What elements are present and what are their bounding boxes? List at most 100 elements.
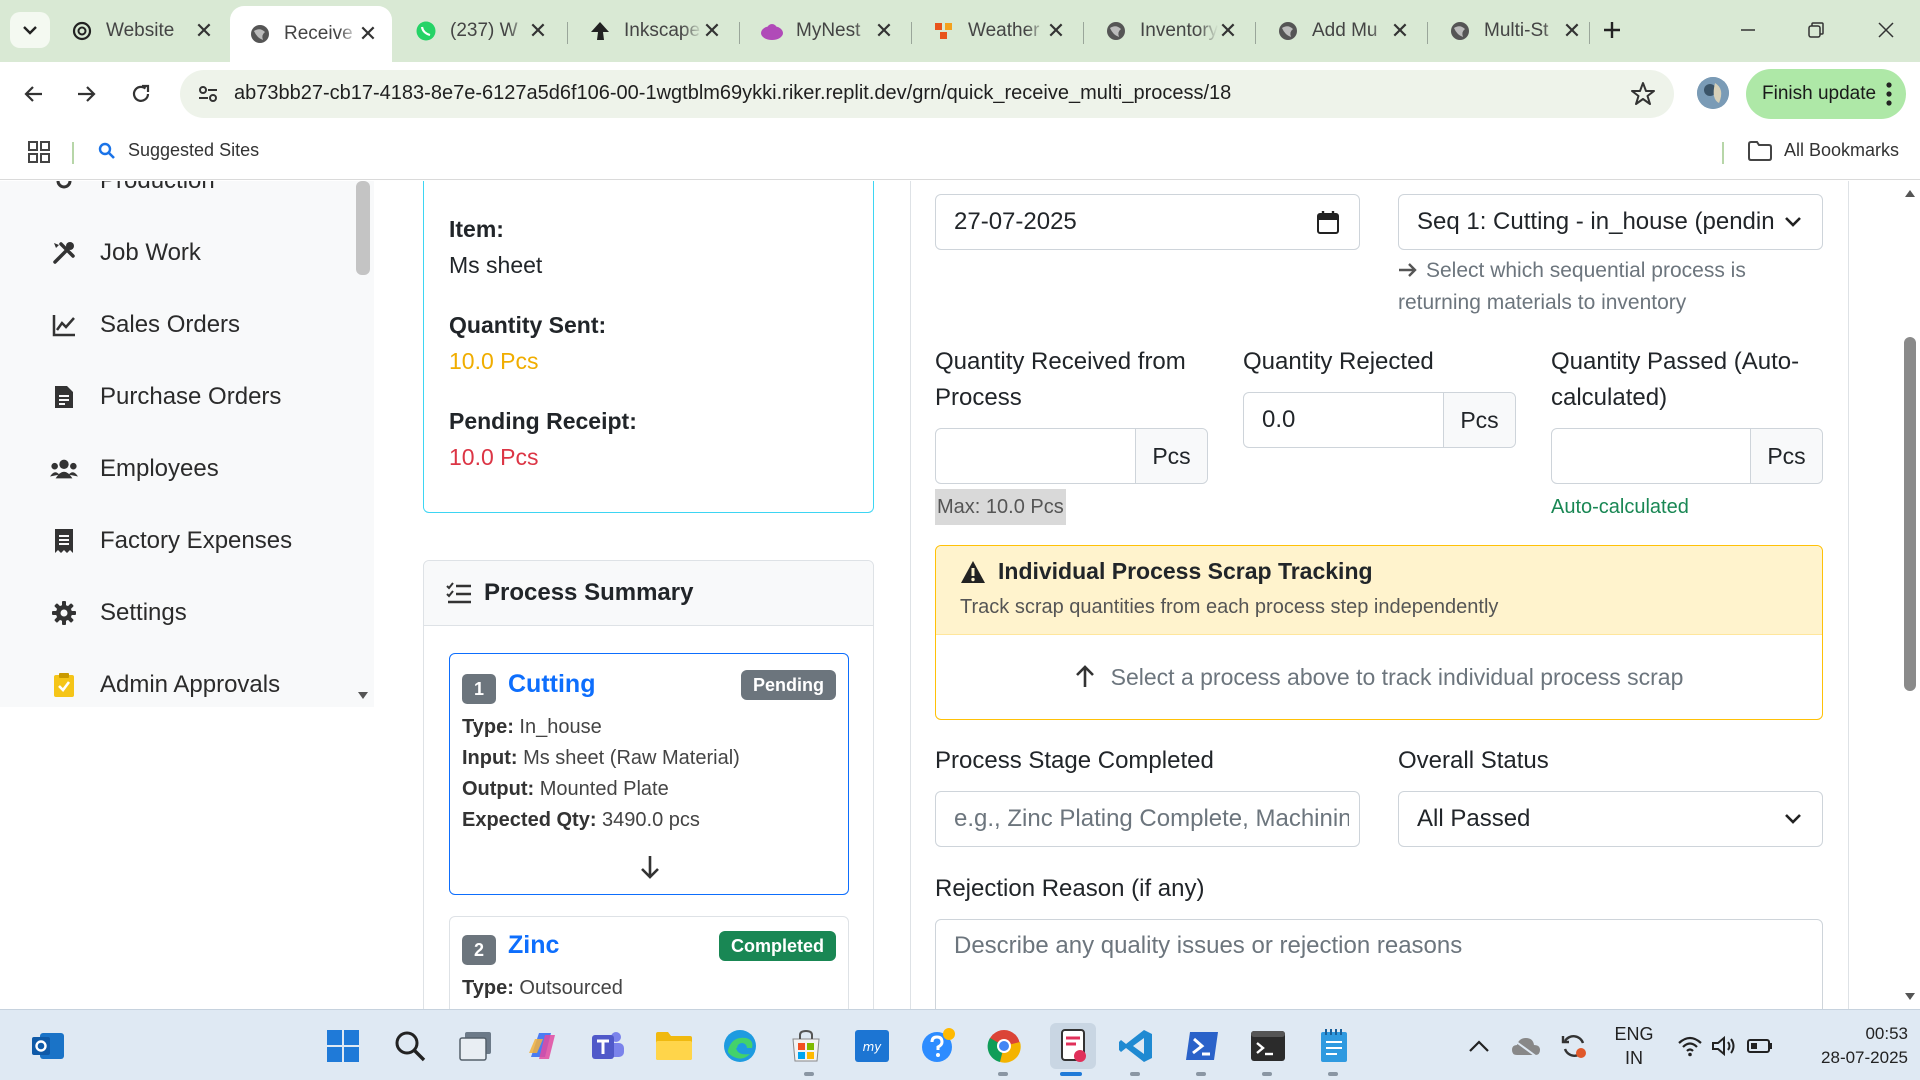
restore-button[interactable] <box>1796 14 1836 46</box>
arrow-right-icon <box>78 86 96 102</box>
tab-inventory[interactable]: Inventory ✕ <box>1086 8 1252 54</box>
help-icon[interactable] <box>918 1026 958 1066</box>
sidebar-item-label: Settings <box>100 599 187 626</box>
minimize-button[interactable] <box>1728 14 1768 46</box>
chevron-up-icon[interactable] <box>1459 1026 1499 1066</box>
bookmark-suggested-sites[interactable]: Suggested Sites <box>98 140 259 161</box>
battery-icon[interactable] <box>1740 1026 1780 1066</box>
back-button[interactable] <box>16 76 52 112</box>
receipt-icon <box>50 527 78 555</box>
outlook-icon[interactable] <box>28 1026 68 1066</box>
site-settings-icon[interactable] <box>196 82 220 106</box>
plus-icon <box>1604 22 1620 38</box>
terminal-icon[interactable] <box>1248 1026 1288 1066</box>
tab-multi-step[interactable]: Multi-St ✕ <box>1430 8 1596 54</box>
close-icon[interactable]: ✕ <box>358 21 378 46</box>
address-bar[interactable]: ab73bb27-cb17-4183-8e7e-6127a5d6f106-00-… <box>180 70 1674 118</box>
copilot-icon[interactable] <box>522 1026 562 1066</box>
tab-separator <box>1083 22 1084 44</box>
language-indicator[interactable]: ENG IN <box>1614 1022 1654 1070</box>
list-check-icon <box>446 582 471 604</box>
globe-icon <box>248 22 272 46</box>
powershell-icon[interactable] <box>1182 1026 1222 1066</box>
sidebar-item-factory-expenses[interactable]: Factory Expenses <box>50 521 292 561</box>
main-content: Item: Ms sheet Quantity Sent: 10.0 Pcs P… <box>374 181 1920 1009</box>
more-vert-icon <box>1886 81 1892 107</box>
tab-separator <box>1589 22 1590 44</box>
sidebar-scrollbar[interactable] <box>356 181 370 707</box>
bookmark-star-icon[interactable] <box>1630 81 1656 107</box>
tab-add-multi[interactable]: Add Mu ✕ <box>1258 8 1424 54</box>
edge-icon[interactable] <box>720 1026 760 1066</box>
close-icon[interactable]: ✕ <box>702 18 722 43</box>
sidebar-item-label: Employees <box>100 455 219 482</box>
search-icon[interactable] <box>390 1026 430 1066</box>
sidebar-item-settings[interactable]: Settings <box>50 593 187 633</box>
page-scrollbar-thumb[interactable] <box>1904 337 1916 691</box>
close-icon[interactable]: ✕ <box>194 18 214 43</box>
sync-icon[interactable] <box>1554 1026 1594 1066</box>
snipping-tool-icon[interactable] <box>1050 1023 1096 1069</box>
tab-inkscape[interactable]: Inkscape ✕ <box>570 8 736 54</box>
sidebar-item-sales-orders[interactable]: Sales Orders <box>50 305 240 345</box>
close-icon[interactable]: ✕ <box>874 18 894 43</box>
rejection-textarea[interactable]: Describe any quality issues or rejection… <box>935 919 1823 1009</box>
close-icon[interactable]: ✕ <box>528 18 548 43</box>
sidebar-item-admin-approvals[interactable]: Admin Approvals <box>50 665 280 705</box>
teams-icon[interactable] <box>588 1026 628 1066</box>
stage-input[interactable]: e.g., Zinc Plating Complete, Machining D… <box>935 791 1360 847</box>
vscode-icon[interactable] <box>1116 1026 1156 1066</box>
tab-website[interactable]: Website ✕ <box>52 8 228 54</box>
microsoft-store-icon[interactable] <box>786 1026 826 1066</box>
reload-button[interactable] <box>123 76 159 112</box>
sidebar-item-label: Production <box>100 181 215 195</box>
myhp-icon[interactable]: my <box>852 1026 892 1066</box>
overall-status-select[interactable]: All Passed <box>1398 791 1823 847</box>
chrome-icon[interactable] <box>984 1026 1024 1066</box>
sidebar-item-purchase-orders[interactable]: Purchase Orders <box>50 377 281 417</box>
onedrive-icon[interactable] <box>1506 1026 1546 1066</box>
sidebar-item-production[interactable]: Production <box>50 181 215 201</box>
tab-weather[interactable]: Weather ✕ <box>914 8 1080 54</box>
apps-grid-icon[interactable] <box>28 141 50 163</box>
cloud-icon <box>760 19 784 43</box>
file-explorer-icon[interactable] <box>654 1026 694 1066</box>
close-window-button[interactable] <box>1866 14 1906 46</box>
process-hint-text: Select which sequential process is retur… <box>1398 259 1746 314</box>
tab-search-button[interactable] <box>10 12 50 48</box>
process-item-cutting[interactable]: 1 Cutting Pending Type: In_house Input: … <box>449 653 849 895</box>
qty-received-input[interactable]: Pcs <box>935 428 1208 484</box>
receipt-date-input[interactable]: 27-07-2025 <box>935 194 1360 250</box>
sidebar-item-job-work[interactable]: Job Work <box>50 233 201 273</box>
close-icon[interactable]: ✕ <box>1390 18 1410 43</box>
task-view-icon[interactable] <box>456 1026 496 1066</box>
process-item-zinc[interactable]: 2 Zinc Completed Type: Outsourced <box>449 916 849 1009</box>
all-bookmarks-button[interactable]: All Bookmarks <box>1748 140 1899 161</box>
new-tab-button[interactable] <box>1592 14 1632 46</box>
close-icon[interactable]: ✕ <box>1218 18 1238 43</box>
scrap-empty-text: Select a process above to track individu… <box>1110 663 1684 690</box>
windows-start-icon[interactable] <box>323 1026 363 1066</box>
scrap-tracking-card: Individual Process Scrap Tracking Track … <box>935 545 1823 720</box>
divider <box>72 142 74 164</box>
close-icon[interactable]: ✕ <box>1046 18 1066 43</box>
avatar[interactable] <box>1697 77 1729 109</box>
sidebar-item-employees[interactable]: Employees <box>50 449 219 489</box>
close-icon[interactable]: ✕ <box>1562 18 1582 43</box>
tab-whatsapp[interactable]: (237) W ✕ <box>396 8 562 54</box>
process-name: Zinc <box>508 931 560 959</box>
notepad-icon[interactable] <box>1314 1026 1354 1066</box>
tab-mynest[interactable]: MyNest ✕ <box>742 8 908 54</box>
unit-addon: Pcs <box>1443 393 1515 447</box>
sidebar-scrollbar-thumb[interactable] <box>356 181 370 275</box>
tab-receive[interactable]: Receive ✕ <box>230 6 392 62</box>
finish-update-button[interactable]: Finish update <box>1746 69 1906 119</box>
forward-button[interactable] <box>68 76 104 112</box>
qty-rejected-input[interactable]: 0.0 Pcs <box>1243 392 1516 448</box>
bookmark-label: All Bookmarks <box>1784 140 1900 160</box>
process-select[interactable]: Seq 1: Cutting - in_house (pendin <box>1398 194 1823 250</box>
volume-icon[interactable] <box>1704 1026 1744 1066</box>
clock[interactable]: 00:53 28-07-2025 <box>1788 1022 1908 1070</box>
bookmarks-bar: Suggested Sites All Bookmarks <box>0 126 1920 180</box>
page-scrollbar[interactable] <box>1900 181 1920 1009</box>
